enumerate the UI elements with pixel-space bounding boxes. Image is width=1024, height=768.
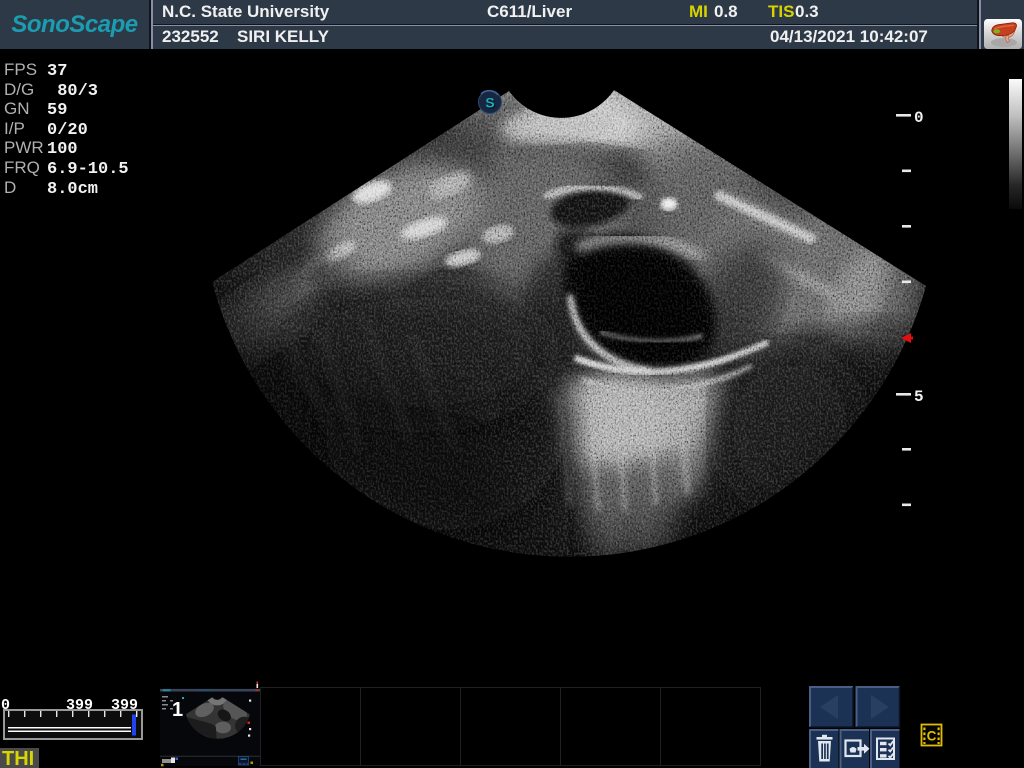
svg-text:C: C	[927, 729, 937, 744]
svg-text:0: 0	[914, 109, 924, 127]
svg-text:1: 1	[172, 699, 183, 721]
svg-text:THI: THI	[2, 748, 34, 768]
svg-text:5: 5	[914, 388, 924, 406]
svg-text:S: S	[485, 95, 494, 111]
